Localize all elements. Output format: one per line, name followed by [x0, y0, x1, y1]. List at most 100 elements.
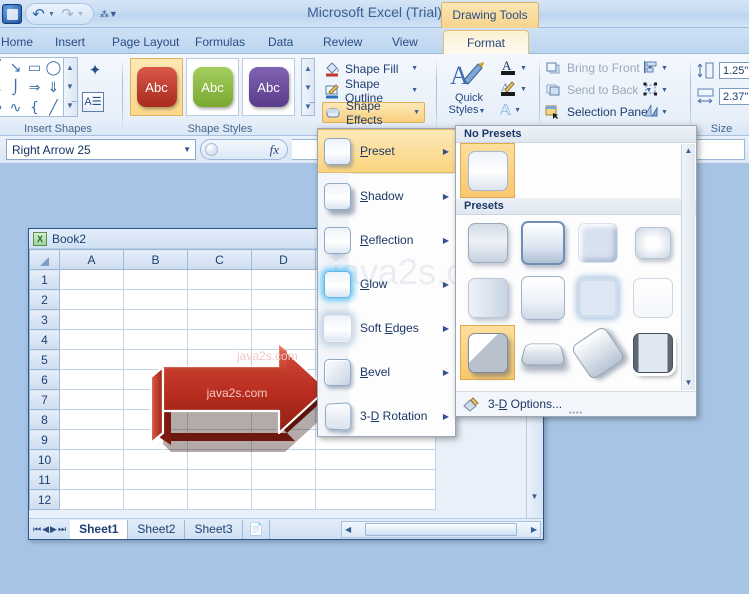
row-header-4[interactable]: 4 [29, 329, 60, 350]
cell-b3[interactable] [123, 309, 188, 330]
shape-fill-dropdown-icon[interactable]: ▼ [411, 65, 418, 72]
tab-view[interactable]: View [383, 30, 427, 54]
hscroll-left-icon[interactable]: ◀ [342, 525, 351, 534]
tab-formulas[interactable]: Formulas [186, 30, 254, 54]
cell-c11[interactable] [187, 469, 252, 490]
quick-styles-icon[interactable]: A [446, 58, 492, 92]
menu-item-reflection[interactable]: Reflection ▶ [318, 218, 455, 262]
cell-c1[interactable] [187, 269, 252, 290]
preset-8[interactable] [625, 270, 680, 325]
row-header-3[interactable]: 3 [29, 309, 60, 330]
cell-b12[interactable] [123, 489, 188, 510]
name-box-dropdown-icon[interactable]: ▼ [183, 145, 191, 154]
tab-insert[interactable]: Insert [46, 30, 94, 54]
shape-style-purple[interactable]: Abc [242, 58, 295, 116]
shape-style-green[interactable]: Abc [186, 58, 239, 116]
row-header-6[interactable]: 6 [29, 369, 60, 390]
row-header-7[interactable]: 7 [29, 389, 60, 410]
cell-a7[interactable] [59, 389, 124, 410]
selection-pane-button[interactable]: Selection Pane [545, 102, 648, 122]
row-header-5[interactable]: 5 [29, 349, 60, 370]
resize-grip-icon[interactable]: •••• [569, 410, 583, 417]
menu-item-preset[interactable]: Preset ▶ [318, 129, 455, 173]
select-all-corner[interactable] [29, 249, 60, 270]
cell-b1[interactable] [123, 269, 188, 290]
align-button[interactable]: ▼ [643, 58, 668, 78]
shape-style-red[interactable]: Abc [130, 58, 183, 116]
cell-a12[interactable] [59, 489, 124, 510]
tab-home[interactable]: Home [0, 30, 42, 54]
text-fill-dropdown-icon[interactable]: ▼ [520, 65, 527, 72]
row-header-2[interactable]: 2 [29, 289, 60, 310]
column-header-a[interactable]: A [59, 249, 124, 270]
shape-width-field[interactable]: 2.37" [719, 88, 749, 105]
preset-gallery-scrollbar[interactable]: ▲ ▼ [681, 144, 695, 390]
cell-a8[interactable] [59, 409, 124, 430]
first-sheet-icon[interactable]: ⏮ [33, 524, 41, 535]
preset-11[interactable] [569, 324, 626, 381]
text-outline-dropdown-icon[interactable]: ▼ [520, 86, 527, 93]
shape-styles-scroll-down-icon[interactable]: ▼ [302, 78, 314, 97]
cell-a10[interactable] [59, 449, 124, 470]
bring-to-front-button[interactable]: Bring to Front ▼ [545, 58, 658, 78]
preset-scroll-up-icon[interactable]: ▲ [682, 144, 695, 158]
next-sheet-icon[interactable]: ▶ [50, 524, 57, 535]
row-header-8[interactable]: 8 [29, 409, 60, 430]
shape-right-arrow-25[interactable]: java2s.com [129, 337, 334, 457]
column-header-c[interactable]: C [187, 249, 252, 270]
rotate-dropdown-icon[interactable]: ▼ [661, 109, 668, 116]
preset-none[interactable] [460, 143, 515, 198]
cell-d11[interactable] [251, 469, 316, 490]
cell-e12[interactable] [315, 489, 436, 510]
tab-review[interactable]: Review [314, 30, 371, 54]
align-dropdown-icon[interactable]: ▼ [661, 65, 668, 72]
cell-e11[interactable] [315, 469, 436, 490]
cell-a1[interactable] [59, 269, 124, 290]
cell-d1[interactable] [251, 269, 316, 290]
preset-7[interactable] [570, 270, 625, 325]
worksheet-horizontal-scrollbar[interactable]: ◀ ▶ [341, 521, 541, 538]
hscroll-thumb[interactable] [365, 523, 517, 536]
menu-item-soft-edges[interactable]: Soft Edges ▶ [318, 306, 455, 350]
shape-styles-gallery[interactable]: Abc Abc Abc [130, 58, 295, 116]
preset-2[interactable] [515, 215, 570, 270]
preset-6[interactable] [515, 270, 570, 325]
preset-1[interactable] [460, 215, 515, 270]
cell-b11[interactable] [123, 469, 188, 490]
shape-effects-dropdown-icon[interactable]: ▼ [413, 109, 420, 116]
cell-a2[interactable] [59, 289, 124, 310]
name-box[interactable]: Right Arrow 25 ▼ [6, 139, 196, 160]
shape-outline-dropdown-icon[interactable]: ▼ [411, 87, 418, 94]
preset-5[interactable] [460, 270, 515, 325]
shape-styles-more-icon[interactable]: ▼̅ [302, 97, 314, 116]
quick-styles-dropdown-icon[interactable]: ▼ [479, 108, 486, 115]
menu-item-glow[interactable]: Glow ▶ [318, 262, 455, 306]
text-effects-dropdown-icon[interactable]: ▼ [514, 107, 521, 114]
menu-item-bevel[interactable]: Bevel ▶ [318, 350, 455, 394]
send-to-back-button[interactable]: Send to Back ▼ [545, 80, 656, 100]
cell-d12[interactable] [251, 489, 316, 510]
tab-page-layout[interactable]: Page Layout [103, 30, 188, 54]
preset-9[interactable] [460, 325, 515, 380]
sheet-tab-sheet2[interactable]: Sheet2 [128, 519, 186, 539]
cancel-enter-icon[interactable] [205, 143, 218, 156]
row-header-11[interactable]: 11 [29, 469, 60, 490]
insert-function-icon[interactable]: fx [270, 142, 279, 158]
column-header-d[interactable]: D [251, 249, 316, 270]
preset-3[interactable] [570, 215, 625, 270]
row-header-12[interactable]: 12 [29, 489, 60, 510]
shape-styles-scroll-up-icon[interactable]: ▲ [302, 59, 314, 78]
cell-a4[interactable] [59, 329, 124, 350]
hscroll-right-icon[interactable]: ▶ [531, 525, 540, 534]
cell-b2[interactable] [123, 289, 188, 310]
cell-d2[interactable] [251, 289, 316, 310]
cell-d3[interactable] [251, 309, 316, 330]
menu-item-3d-rotation[interactable]: 3-D Rotation ▶ [318, 394, 455, 438]
cell-c2[interactable] [187, 289, 252, 310]
shape-styles-scrollbar[interactable]: ▲ ▼ ▼̅ [301, 58, 315, 116]
cell-a6[interactable] [59, 369, 124, 390]
cell-a11[interactable] [59, 469, 124, 490]
prev-sheet-icon[interactable]: ◀ [42, 524, 49, 535]
text-fill-button[interactable]: A ▼ [500, 58, 527, 78]
sheet-tab-sheet1[interactable]: Sheet1 [70, 519, 129, 539]
